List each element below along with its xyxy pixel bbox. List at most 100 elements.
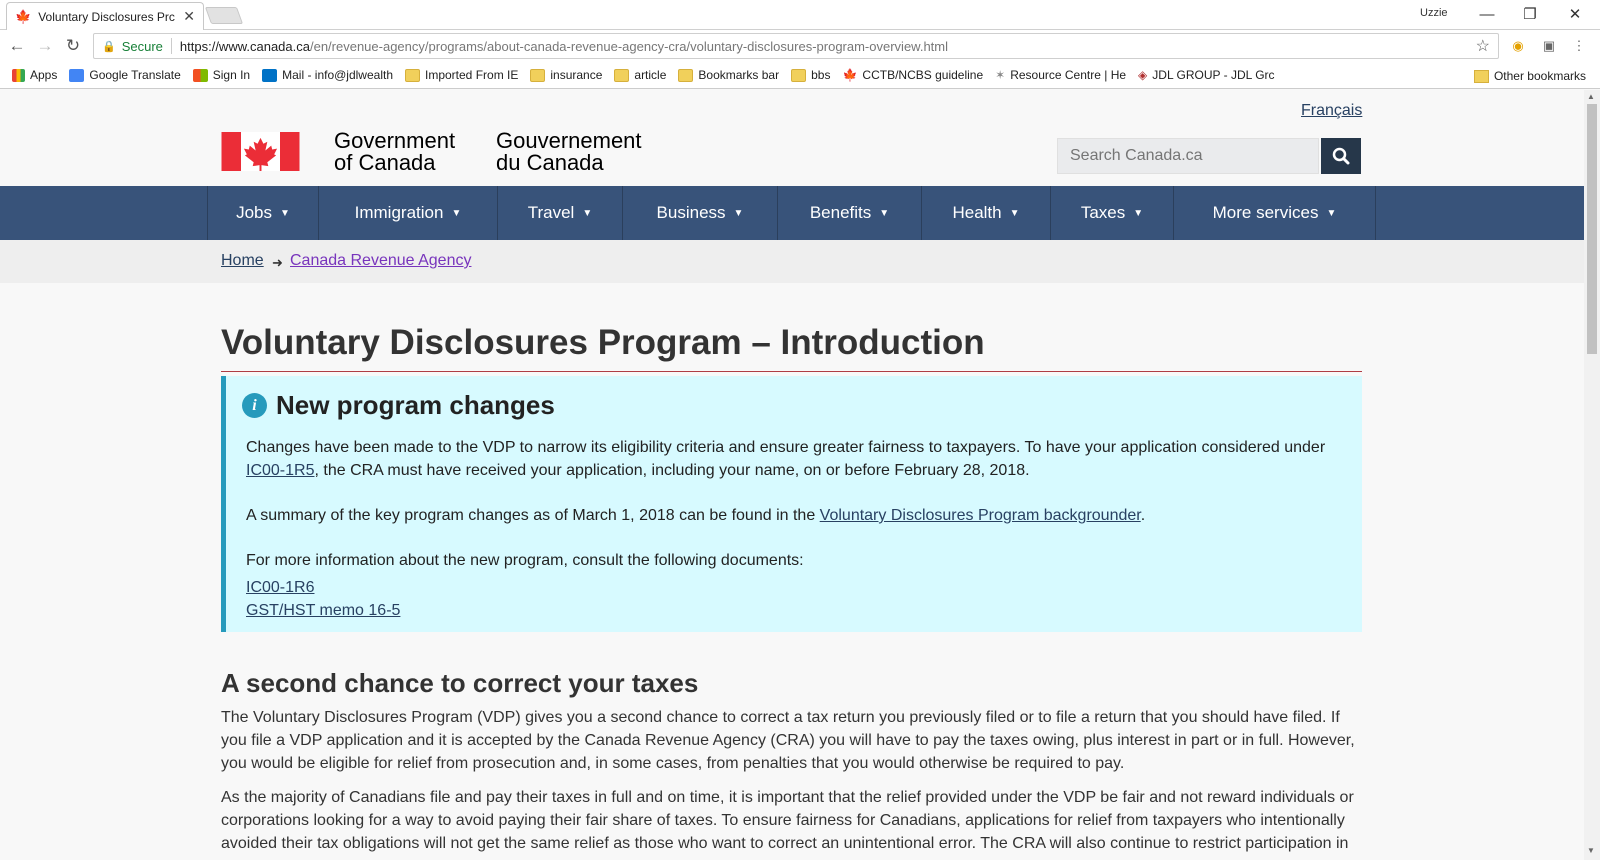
alert-text: , the CRA must have received your applic… [314,462,1030,479]
wordmark-fr-line1: Gouvernement [496,128,642,153]
outlook-icon [262,68,278,82]
forward-icon[interactable]: → [34,35,56,57]
profile-name[interactable]: Uzzie [1420,7,1448,19]
minimize-icon[interactable]: — [1472,3,1502,27]
bookmark-google-translate[interactable]: Google Translate [69,68,181,82]
jdl-logo-icon: ◈ [1138,68,1148,82]
folder-icon [678,68,694,82]
bookmark-label: article [634,68,667,82]
bookmark-apps[interactable]: Apps [12,68,57,82]
canada-flag-icon [221,132,300,171]
bookmark-label: Google Translate [89,68,181,82]
windows-logo-icon [192,68,208,82]
close-window-icon[interactable]: ✕ [1560,3,1590,27]
bookmark-bbs[interactable]: bbs [791,68,830,82]
bookmark-other[interactable]: Other bookmarks [1473,69,1586,83]
close-tab-icon[interactable]: ✕ [183,8,195,25]
chevron-down-icon: ▼ [280,207,290,219]
browser-tab[interactable]: 🍁 Voluntary Disclosures Prc ✕ [6,2,204,30]
chevron-down-icon: ▼ [1326,207,1337,219]
arrow-right-icon: ➜ [272,255,283,270]
bookmark-cctb[interactable]: 🍁 CCTB/NCBS guideline [842,68,983,82]
extension-2-icon[interactable]: ▣ [1540,37,1558,55]
restore-icon[interactable]: ❐ [1515,3,1545,27]
menu-item-benefits[interactable]: Benefits ▼ [777,186,921,240]
menu-label: Taxes [1080,203,1126,222]
search-input[interactable] [1057,138,1319,174]
menu-label: More services [1212,203,1319,222]
reload-icon[interactable]: ↻ [62,35,84,57]
alert-paragraph-3: For more information about the new progr… [246,552,804,569]
secure-label: Secure [121,38,163,54]
section-paragraph-1: The Voluntary Disclosures Program (VDP) … [221,709,1355,772]
scroll-up-icon[interactable]: ▲ [1587,92,1595,101]
gst-hst-memo-link[interactable]: GST/HST memo 16-5 [246,602,400,619]
address-bar[interactable]: 🔒 Secure https://www.canada.ca/en/revenu… [93,33,1499,59]
vertical-scrollbar[interactable]: ▲ ▼ [1584,90,1600,860]
wordmark-en-line1: Government [334,128,456,153]
chevron-down-icon: ▼ [733,207,744,219]
bookmark-label: bbs [811,68,831,82]
folder-icon [405,68,420,82]
section-paragraph-2: As the majority of Canadians file and pa… [221,789,1354,852]
chevron-down-icon: ▼ [1133,207,1144,219]
browser-tab-bar: 🍁 Voluntary Disclosures Prc ✕ Uzzie — ❐ … [0,0,1600,30]
menu-label: Travel [527,203,575,222]
new-tab-button[interactable] [204,7,244,24]
alert-doc-link-1: IC00-1R6 [246,576,1346,599]
bookmark-mail[interactable]: Mail - info@jdlwealth [262,68,393,82]
vdp-backgrounder-link[interactable]: Voluntary Disclosures Program background… [820,507,1141,524]
section-heading: A second chance to correct your taxes [221,668,699,698]
info-alert: i New program changes Changes have been … [221,376,1362,632]
bookmark-sign-in[interactable]: Sign In [192,68,251,82]
breadcrumb-cra-link[interactable]: Canada Revenue Agency [290,252,471,270]
breadcrumb: Home ➜ Canada Revenue Agency [0,240,1584,283]
menu-item-taxes[interactable]: Taxes ▼ [1050,186,1173,240]
menu-item-health[interactable]: Health ▼ [921,186,1050,240]
breadcrumb-home-link[interactable]: Home [221,252,264,270]
browser-toolbar: ← → ↻ 🔒 Secure https://www.canada.ca/en/… [0,30,1600,62]
ic00-1r5-link[interactable]: IC00-1R5 [246,462,314,479]
wordmark-english: Government of Canada [334,130,455,174]
bookmark-bookmarks-bar[interactable]: Bookmarks bar [678,68,779,82]
search-button[interactable] [1321,138,1361,174]
bookmark-label: Bookmarks bar [698,68,780,82]
web-page: Français Government of Canada Gouverneme… [0,90,1584,860]
bookmark-resource-centre[interactable]: ✶ Resource Centre | He [995,68,1126,82]
bookmark-star-icon[interactable]: ☆ [1476,36,1490,56]
menu-label: Benefits [809,203,872,222]
chevron-down-icon: ▼ [1009,207,1020,219]
lock-icon: 🔒 [102,40,116,53]
bookmark-label: Sign In [212,68,251,82]
menu-item-travel[interactable]: Travel ▼ [497,186,622,240]
bookmark-article[interactable]: article [614,68,666,82]
menu-item-business[interactable]: Business ▼ [622,186,777,240]
scrollbar-thumb[interactable] [1587,104,1597,354]
bookmark-label: Mail - info@jdlwealth [282,68,393,82]
ic00-1r6-link[interactable]: IC00-1R6 [246,579,314,596]
chevron-down-icon: ▼ [582,207,593,219]
page-title: Voluntary Disclosures Program – Introduc… [221,323,1362,372]
alert-paragraph-2: A summary of the key program changes as … [246,504,1346,527]
bookmark-insurance[interactable]: insurance [530,68,602,82]
menu-item-immigration[interactable]: Immigration ▼ [318,186,497,240]
maple-leaf-favicon-icon: 🍁 [15,8,32,24]
menu-item-more-services[interactable]: More services ▼ [1173,186,1376,240]
folder-icon [530,68,546,82]
menu-label: Business [656,203,726,222]
url-path: /en/revenue-agency/programs/about-canada… [309,38,949,54]
alert-doc-link-2: GST/HST memo 16-5 [246,599,1346,622]
extension-icon[interactable]: ◉ [1509,37,1527,55]
menu-dots-icon[interactable]: ⋮ [1570,37,1588,55]
maple-leaf-icon: 🍁 [842,68,858,82]
language-toggle-link[interactable]: Français [1301,102,1362,120]
bookmark-jdl-group[interactable]: ◈ JDL GROUP - JDL Grc [1138,68,1274,82]
menu-label: Health [952,203,1002,222]
alert-paragraph-1: Changes have been made to the VDP to nar… [246,436,1346,482]
bookmark-imported[interactable]: Imported From IE [405,68,518,82]
back-icon[interactable]: ← [6,35,28,57]
address-separator [170,38,172,54]
scroll-down-icon[interactable]: ▼ [1587,846,1595,855]
menu-label: Immigration [354,203,444,222]
menu-item-jobs[interactable]: Jobs ▼ [207,186,318,240]
